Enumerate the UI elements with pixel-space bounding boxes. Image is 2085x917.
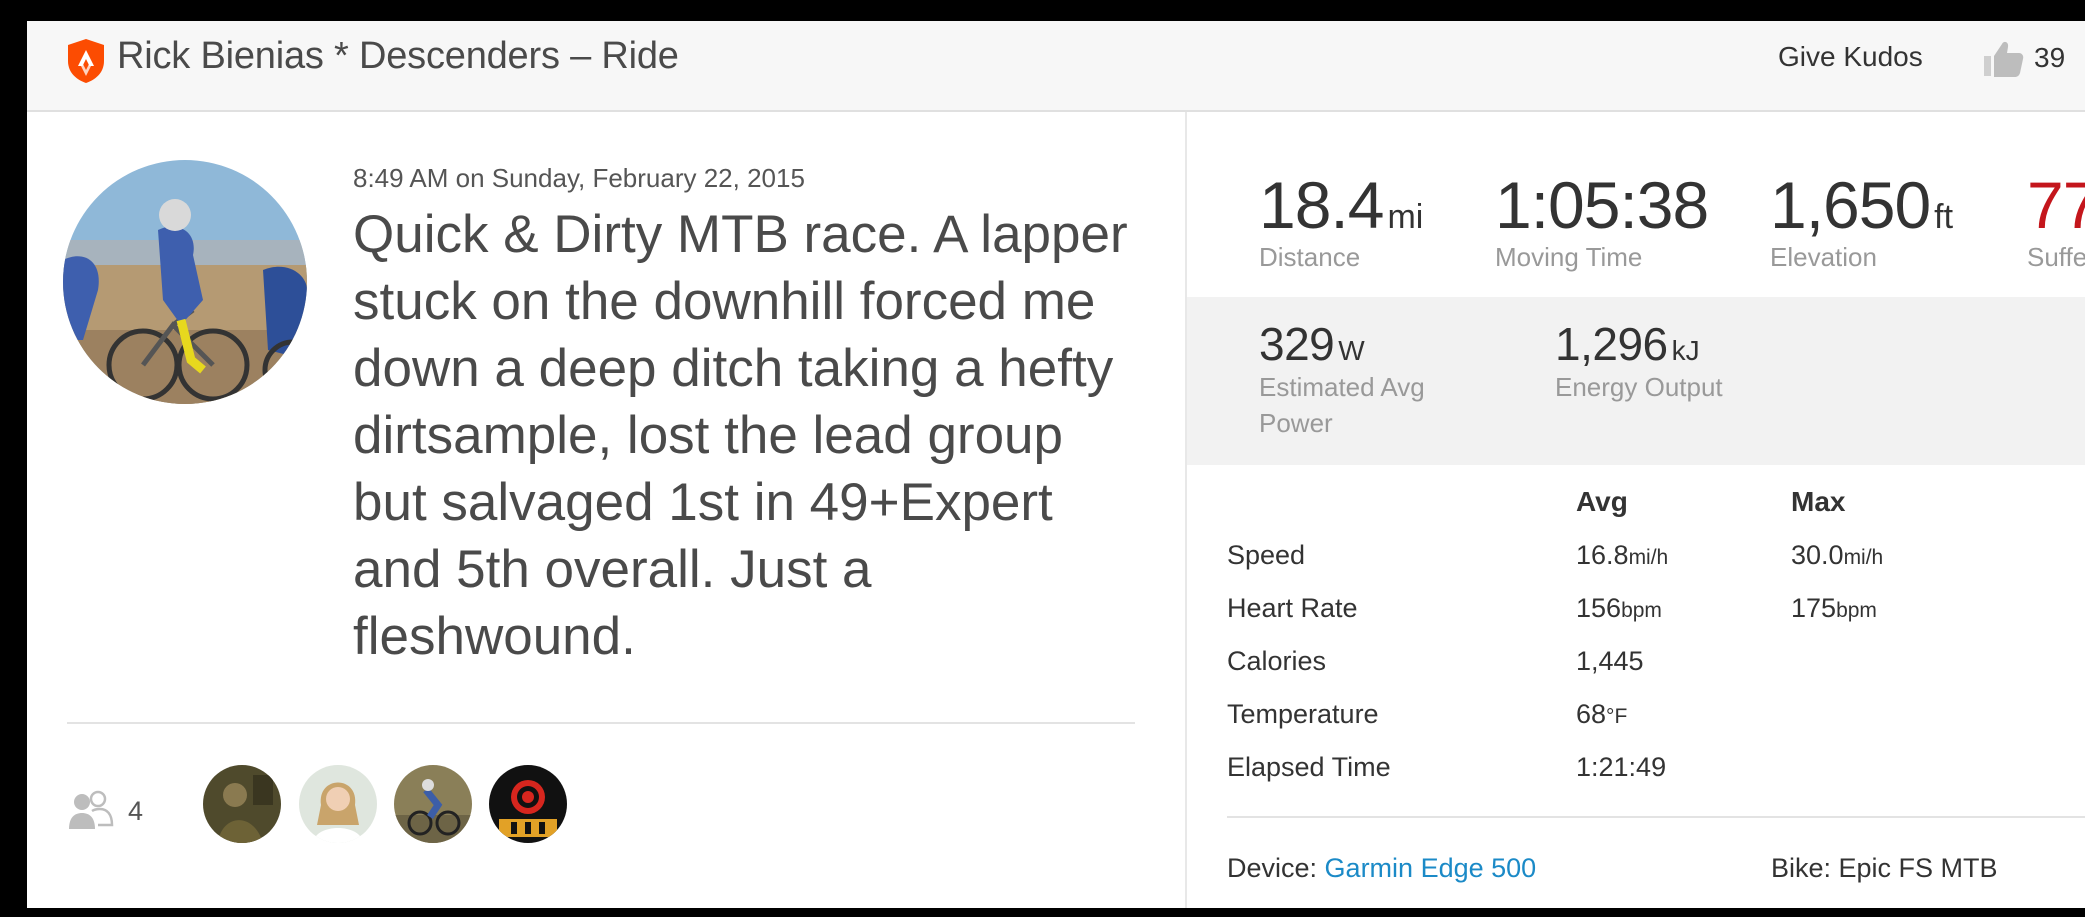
stat-label: Power (1259, 408, 1333, 438)
row-avg-calories: 1,445 (1576, 646, 1644, 676)
give-kudos-button[interactable]: Give Kudos (1778, 41, 1923, 73)
stat-label: Distance (1259, 242, 1361, 272)
stat-elevation: 1,650 ft Elevation (1770, 172, 1953, 273)
activity-date: 8:49 AM on Sunday, February 22, 2015 (353, 163, 805, 193)
stat-unit: ft (1934, 198, 1954, 236)
stat-value: 1:05:38 (1495, 168, 1709, 242)
row-avg-elapsed-time: 1:21:49 (1576, 752, 1667, 782)
secondary-stats: 329 W Estimated Avg Power 1,296 kJ Energy … (1187, 297, 2085, 465)
cyclists-photo (63, 160, 307, 404)
row-avg-temperature: 68°F (1576, 699, 1628, 729)
max-column-header: Max (1791, 486, 1846, 517)
thumbs-up-icon (1984, 41, 2024, 77)
activity-card: Rick Bienias * Descenders – Ride Give Ku… (27, 21, 2085, 908)
group-athletes-icon[interactable] (67, 789, 115, 833)
stat-distance: 18.4 mi Distance (1259, 172, 1423, 273)
strava-shield-icon (68, 39, 104, 83)
device-link[interactable]: Garmin Edge 500 (1325, 853, 1537, 883)
activity-header: Rick Bienias * Descenders – Ride Give Ku… (27, 21, 2085, 112)
activity-description: Quick & Dirty MTB race. A lapper stuck o… (353, 205, 1128, 666)
activity-title: Rick Bienias * Descenders – Ride (117, 35, 679, 77)
stat-moving-time: 1:05:38 Moving Time (1495, 172, 1712, 273)
divider (1227, 816, 2085, 818)
group-athlete-avatar[interactable] (394, 765, 472, 843)
row-label-calories: Calories (1227, 646, 1327, 676)
row-label-speed: Speed (1227, 540, 1306, 570)
row-label-elapsed-time: Elapsed Time (1227, 752, 1391, 782)
stat-energy-output: 1,296 kJ Energy Output (1555, 321, 1723, 403)
stat-label: Energy Output (1555, 372, 1723, 402)
avg-column-header: Avg (1576, 486, 1628, 517)
device-label: Device: (1227, 853, 1325, 883)
group-athlete-avatar[interactable] (203, 765, 281, 843)
athlete-avatar[interactable] (63, 160, 307, 404)
stat-value: 329 (1259, 318, 1335, 370)
stat-value: 77 (2027, 168, 2085, 242)
row-max-heart-rate: 175bpm (1791, 593, 1877, 623)
stat-value: 1,650 (1770, 168, 1931, 242)
device-info: Device: Garmin Edge 500 (1227, 853, 1536, 884)
primary-stats: 18.4 mi Distance 1:05:38 Moving Time 1,65… (1187, 112, 2085, 297)
bike-info: Bike: Epic FS MTB (1771, 853, 1998, 883)
divider (67, 722, 1135, 724)
stat-unit: mi (1387, 198, 1424, 236)
stat-label: Elevation (1770, 242, 1877, 272)
athlete-photo (394, 765, 472, 843)
row-label-temperature: Temperature (1227, 699, 1379, 729)
athlete-photo (299, 765, 377, 843)
stat-label: Estimated Avg (1259, 372, 1425, 402)
stat-suffer-score[interactable]: 77 Suffer (2027, 172, 2085, 273)
stat-label: Suffer (2027, 242, 2085, 272)
kudos-count: 39 (2034, 42, 2066, 73)
stat-unit: kJ (1671, 335, 1700, 366)
row-avg-speed: 16.8mi/h (1576, 540, 1669, 570)
group-athlete-avatar[interactable] (489, 765, 567, 843)
stat-value: 18.4 (1259, 168, 1384, 242)
athlete-photo (203, 765, 281, 843)
group-athlete-avatar[interactable] (299, 765, 377, 843)
stat-label: Moving Time (1495, 242, 1643, 272)
row-avg-heart-rate: 156bpm (1576, 593, 1662, 623)
row-max-speed: 30.0mi/h (1791, 540, 1884, 570)
kudos-counter[interactable]: 39 (1982, 33, 2065, 83)
stat-value: 1,296 (1555, 318, 1668, 370)
athlete-photo (489, 765, 567, 843)
row-label-heart-rate: Heart Rate (1227, 593, 1358, 623)
stat-unit: W (1338, 335, 1365, 366)
group-count: 4 (128, 796, 144, 826)
stat-estimated-power: 329 W Estimated Avg Power (1259, 321, 1425, 439)
